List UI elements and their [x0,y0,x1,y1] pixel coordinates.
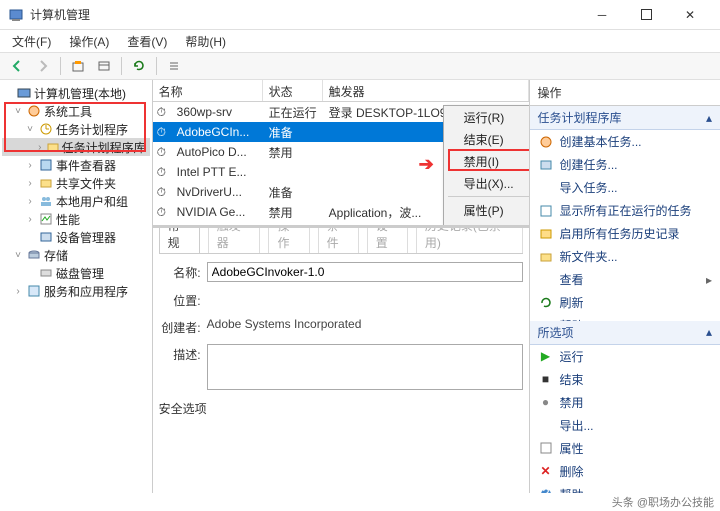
action-import-task[interactable]: 导入任务... [530,176,720,199]
svg-text:?: ? [542,487,549,493]
col-trigger[interactable]: 触发器 [323,80,529,101]
ctx-export[interactable]: 导出(X)... [444,172,529,194]
security-options-label: 安全选项 [159,400,523,417]
ctx-disable[interactable]: 禁用(I) [444,150,529,172]
tab-history[interactable]: 历史记录(已禁用) [416,228,523,253]
action-new-folder[interactable]: 新文件夹... [530,245,720,268]
tab-triggers[interactable]: 触发器 [208,228,261,253]
task-grid[interactable]: 名称 状态 触发器 ⏱360wp-srv正在运行登录 DESKTOP-1LO98… [153,80,529,228]
app-icon [8,7,24,23]
col-state[interactable]: 状态 [263,80,323,101]
action-refresh[interactable]: 刷新 [530,291,720,314]
list-button[interactable] [163,55,185,77]
action-create-task[interactable]: 创建任务... [530,153,720,176]
tree-storage[interactable]: ˅存储 [2,246,150,264]
tree-event-viewer[interactable]: ›事件查看器 [2,156,150,174]
up-button[interactable] [67,55,89,77]
ctx-properties[interactable]: 属性(P) [444,199,529,221]
tree-device-manager[interactable]: 设备管理器 [2,228,150,246]
collapse-icon[interactable]: ▴ [706,325,712,339]
menu-file[interactable]: 文件(F) [4,31,59,52]
desc-field[interactable] [207,344,523,390]
action-show-running[interactable]: 显示所有正在运行的任务 [530,199,720,222]
tab-conditions[interactable]: 条件 [318,228,359,253]
label-author: 创建者: [159,317,201,336]
menu-separator [448,196,529,197]
tab-actions[interactable]: 操作 [268,228,309,253]
tree-task-scheduler[interactable]: ˅任务计划程序 [2,120,150,138]
menubar: 文件(F) 操作(A) 查看(V) 帮助(H) [0,30,720,52]
back-button[interactable] [6,55,28,77]
window-title: 计算机管理 [30,6,580,23]
author-value: Adobe Systems Incorporated [207,317,362,331]
tree-services-apps[interactable]: ›服务和应用程序 [2,282,150,300]
menu-action[interactable]: 操作(A) [61,31,117,52]
label-location: 位置: [159,290,201,309]
ctx-end[interactable]: 结束(E) [444,128,529,150]
action-end[interactable]: ■结束 [530,368,720,391]
actions-group-library[interactable]: 任务计划程序库▴ [530,106,720,130]
tree-local-users[interactable]: ›本地用户和组 [2,192,150,210]
action-export[interactable]: 导出... [530,414,720,437]
tab-general[interactable]: 常规 [159,228,200,253]
action-help2[interactable]: ?帮助 [530,483,720,493]
action-help[interactable]: ?帮助 [530,314,720,321]
menu-help[interactable]: 帮助(H) [177,31,234,52]
tree-disk-mgmt[interactable]: 磁盘管理 [2,264,150,282]
ctx-run[interactable]: 运行(R) [444,106,529,128]
minimize-button[interactable]: ─ [580,1,624,29]
details-pane: 常规 触发器 操作 条件 设置 历史记录(已禁用) 名称: 位置: 创建者: Ad… [153,228,529,493]
grid-header[interactable]: 名称 状态 触发器 [153,80,529,102]
tab-settings[interactable]: 设置 [367,228,408,253]
arrow-annotation: ➔ [419,154,434,175]
action-delete[interactable]: ✕删除 [530,460,720,483]
actions-group-selected[interactable]: 所选项▴ [530,321,720,345]
action-view[interactable]: 查看▸ [530,268,720,291]
tree-root[interactable]: 计算机管理(本地) [2,84,150,102]
tree-system-tools[interactable]: ˅系统工具 [2,102,150,120]
actions-header: 操作 [530,80,720,106]
collapse-icon[interactable]: ▴ [706,111,712,125]
toolbar [0,52,720,80]
tree-task-scheduler-library[interactable]: ›任务计划程序库 [2,138,150,156]
ctx-delete[interactable]: 删除(D) [444,221,529,228]
action-create-basic-task[interactable]: 创建基本任务... [530,130,720,153]
label-desc: 描述: [159,344,201,363]
name-field[interactable] [207,262,523,282]
refresh-button[interactable] [128,55,150,77]
action-run[interactable]: ▶运行 [530,345,720,368]
close-button[interactable]: ✕ [668,1,712,29]
action-disable[interactable]: ●禁用 [530,391,720,414]
context-menu: 运行(R) 结束(E) 禁用(I) 导出(X)... 属性(P) 删除(D) [443,105,529,228]
action-enable-history[interactable]: 启用所有任务历史记录 [530,222,720,245]
tree-shared-folders[interactable]: ›共享文件夹 [2,174,150,192]
detail-tabs[interactable]: 常规 触发器 操作 条件 设置 历史记录(已禁用) [159,232,523,254]
action-properties[interactable]: 属性 [530,437,720,460]
watermark: 头条 @职场办公技能 [612,493,714,511]
actions-pane: 操作 任务计划程序库▴ 创建基本任务... 创建任务... 导入任务... 显示… [530,80,720,493]
menu-view[interactable]: 查看(V) [119,31,175,52]
col-name[interactable]: 名称 [153,80,263,101]
label-name: 名称: [159,262,201,281]
options-button[interactable] [93,55,115,77]
tree-performance[interactable]: ›性能 [2,210,150,228]
chevron-right-icon: ▸ [706,273,712,287]
forward-button[interactable] [32,55,54,77]
nav-tree[interactable]: 计算机管理(本地) ˅系统工具 ˅任务计划程序 ›任务计划程序库 ›事件查看器 … [0,80,153,493]
maximize-button[interactable] [624,1,668,29]
